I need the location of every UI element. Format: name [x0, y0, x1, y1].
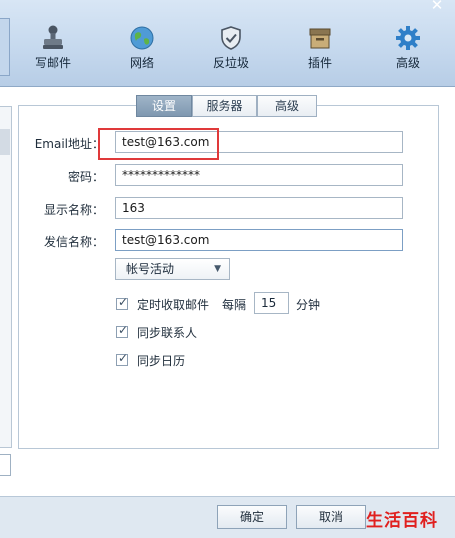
interval-prefix-label: 每隔: [222, 298, 247, 312]
ok-button[interactable]: 确定: [217, 505, 287, 529]
checkmark-icon: ✓: [118, 323, 129, 337]
settings-toolbar: ✕ 写邮件 网络 反垃圾 插件 高级: [0, 0, 455, 87]
sender-name-field[interactable]: test@163.com: [115, 229, 403, 251]
toolbar-antispam-button[interactable]: 反垃圾: [200, 24, 262, 74]
toolbar-item-label: 反垃圾: [212, 56, 249, 70]
sync-contacts-label: 同步联系人: [137, 326, 198, 340]
tab-settings[interactable]: 设置: [136, 95, 192, 117]
display-name-field[interactable]: 163: [115, 197, 403, 219]
password-label: 密码：: [67, 170, 104, 184]
shield-icon: [221, 26, 241, 50]
toolbar-item-label: 高级: [395, 56, 420, 70]
auto-receive-label: 定时收取邮件: [137, 298, 210, 312]
toolbar-item-label: 插件: [307, 56, 332, 70]
toolbar-compose-button[interactable]: 写邮件: [22, 24, 84, 74]
email-label: Email地址：: [34, 137, 104, 151]
cancel-button[interactable]: 取消: [296, 505, 366, 529]
globe-icon: [130, 26, 154, 50]
toolbar-scroll-left[interactable]: [0, 18, 10, 76]
toolbar-item-label: 网络: [129, 56, 154, 70]
checkmark-icon: ✓: [118, 295, 129, 309]
chevron-down-icon: ▼: [214, 264, 221, 274]
email-highlight-box: [98, 128, 219, 160]
gear-icon: [396, 26, 420, 50]
account-list-panel[interactable]: [0, 106, 12, 448]
account-list-input[interactable]: [0, 454, 11, 476]
box-icon: [309, 28, 331, 49]
toolbar-advanced-button[interactable]: 高级: [377, 24, 439, 74]
tab-server[interactable]: 服务器: [192, 95, 257, 117]
sync-calendar-checkbox[interactable]: ✓: [116, 351, 129, 366]
toolbar-item-label: 写邮件: [34, 56, 71, 70]
tab-advanced[interactable]: 高级: [257, 95, 317, 117]
sender-name-label: 发信名称：: [43, 235, 104, 249]
toolbar-network-button[interactable]: 网络: [111, 24, 173, 74]
watermark-text: 生活百科: [366, 511, 438, 531]
close-icon[interactable]: ✕: [427, 0, 447, 13]
stamp-icon: [43, 25, 63, 49]
account-status-select[interactable]: 帐号活动 ▼: [115, 258, 230, 280]
password-field[interactable]: *************: [115, 164, 403, 186]
interval-field[interactable]: 15: [254, 292, 289, 314]
display-name-label: 显示名称：: [43, 203, 104, 217]
interval-unit-label: 分钟: [296, 298, 321, 312]
checkmark-icon: ✓: [118, 351, 129, 365]
sync-calendar-label: 同步日历: [137, 354, 186, 368]
toolbar-plugins-button[interactable]: 插件: [289, 24, 351, 74]
account-status-value: 帐号活动: [126, 262, 175, 276]
sync-contacts-checkbox[interactable]: ✓: [116, 323, 129, 338]
auto-receive-checkbox[interactable]: ✓: [116, 295, 129, 310]
